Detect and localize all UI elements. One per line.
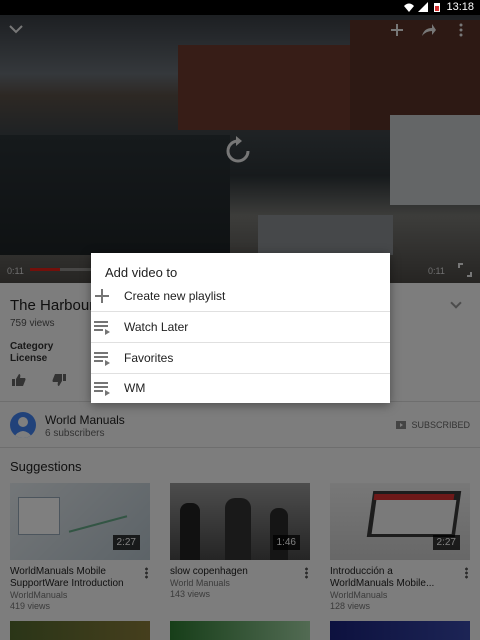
playlist-item-watch-later[interactable]: Watch Later — [91, 312, 390, 343]
playlist-icon — [94, 321, 110, 335]
item-label: Favorites — [124, 351, 174, 365]
playlist-icon — [94, 382, 110, 396]
item-label: Create new playlist — [124, 289, 226, 303]
plus-icon — [95, 289, 109, 303]
status-bar: 13:18 — [0, 0, 480, 15]
battery-icon — [434, 3, 441, 12]
playlist-icon — [94, 352, 110, 366]
add-to-playlist-dialog: Add video to Create new playlist Watch L… — [91, 253, 390, 403]
create-playlist-item[interactable]: Create new playlist — [91, 281, 390, 312]
playlist-item-wm[interactable]: WM — [91, 373, 390, 404]
playlist-item-favorites[interactable]: Favorites — [91, 343, 390, 374]
item-label: WM — [124, 381, 146, 395]
signal-icon — [418, 2, 429, 12]
wifi-icon — [404, 3, 415, 12]
clock: 13:18 — [446, 1, 474, 13]
item-label: Watch Later — [124, 320, 189, 334]
dialog-title: Add video to — [105, 265, 178, 280]
